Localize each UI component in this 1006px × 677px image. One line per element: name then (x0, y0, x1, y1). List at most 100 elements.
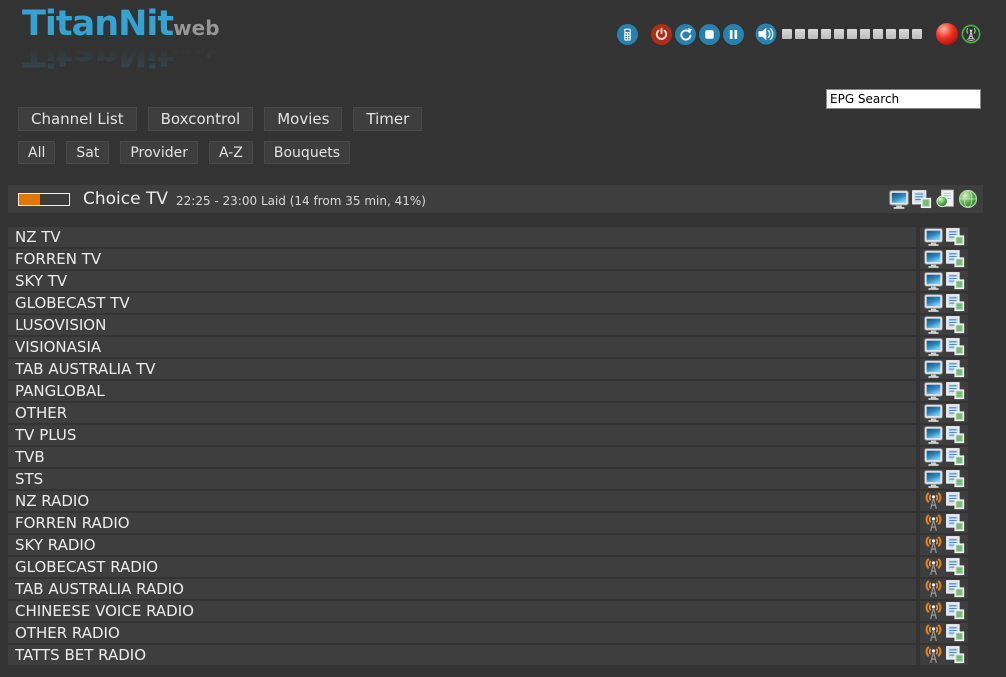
stop-button[interactable] (699, 24, 720, 45)
channel-epg-button[interactable] (946, 426, 965, 444)
channel-epg-button[interactable] (946, 404, 965, 422)
zap-tv-button[interactable] (924, 448, 943, 466)
zap-tv-button[interactable] (924, 382, 943, 400)
web-globe-button[interactable] (958, 189, 978, 209)
radio-icon (924, 646, 943, 664)
channel-name[interactable]: TAB AUSTRALIA TV (8, 359, 916, 379)
channel-name[interactable]: STS (8, 469, 916, 489)
watch-tv-button[interactable] (889, 189, 909, 209)
channel-epg-button[interactable] (946, 580, 965, 598)
channel-epg-button[interactable] (946, 514, 965, 532)
epg-search-input[interactable] (826, 89, 981, 109)
nav-channel-list-button[interactable]: Channel List (18, 107, 137, 131)
channel-epg-button[interactable] (946, 250, 965, 268)
epg-list-button[interactable] (912, 189, 932, 209)
channel-name[interactable]: SKY RADIO (8, 535, 916, 555)
channel-name[interactable]: TAB AUSTRALIA RADIO (8, 579, 916, 599)
volume-segment[interactable] (834, 29, 844, 39)
zap-radio-button[interactable] (924, 558, 943, 576)
channel-epg-button[interactable] (946, 470, 965, 488)
refresh-button[interactable] (675, 24, 696, 45)
zap-tv-button[interactable] (924, 294, 943, 312)
nav-timer-button[interactable]: Timer (353, 107, 422, 131)
program-progress-bar (18, 193, 70, 206)
channel-name[interactable]: SKY TV (8, 271, 916, 291)
volume-segment[interactable] (821, 29, 831, 39)
channel-epg-button[interactable] (946, 448, 965, 466)
filter-sat-button[interactable]: Sat (66, 141, 109, 164)
channel-name[interactable]: OTHER RADIO (8, 623, 916, 643)
zap-tv-button[interactable] (924, 360, 943, 378)
zap-tv-button[interactable] (924, 316, 943, 334)
volume-segment[interactable] (886, 29, 896, 39)
channel-epg-button[interactable] (946, 624, 965, 642)
channel-name[interactable]: GLOBECAST RADIO (8, 557, 916, 577)
zap-tv-button[interactable] (924, 404, 943, 422)
zap-tv-button[interactable] (924, 338, 943, 356)
volume-segment[interactable] (873, 29, 883, 39)
channel-name[interactable]: TVB (8, 447, 916, 467)
channel-epg-button[interactable] (946, 338, 965, 356)
volume-segment[interactable] (808, 29, 818, 39)
zap-radio-button[interactable] (924, 602, 943, 620)
channel-name[interactable]: NZ TV (8, 227, 916, 247)
channel-epg-button[interactable] (946, 492, 965, 510)
zap-radio-button[interactable] (924, 536, 943, 554)
channel-name[interactable]: TATTS BET RADIO (8, 645, 916, 665)
channel-row: PANGLOBAL (8, 381, 968, 401)
globe-icon (958, 189, 978, 209)
filter-provider-button[interactable]: Provider (120, 141, 198, 164)
zap-tv-button[interactable] (924, 470, 943, 488)
volume-segment[interactable] (860, 29, 870, 39)
tv-icon (924, 448, 943, 466)
channel-epg-button[interactable] (946, 558, 965, 576)
channel-epg-button[interactable] (946, 382, 965, 400)
channel-name[interactable]: NZ RADIO (8, 491, 916, 511)
filter-all-button[interactable]: All (18, 141, 55, 164)
remote-button[interactable] (617, 24, 638, 45)
power-button[interactable] (651, 24, 672, 45)
epg-list-icon (946, 536, 965, 554)
channel-epg-button[interactable] (946, 316, 965, 334)
volume-segment[interactable] (847, 29, 857, 39)
channel-row: LUSOVISION (8, 315, 968, 335)
volume-segment[interactable] (912, 29, 922, 39)
epg-page-button[interactable] (935, 189, 955, 209)
zap-radio-button[interactable] (924, 624, 943, 642)
zap-tv-button[interactable] (924, 250, 943, 268)
zap-tv-button[interactable] (924, 426, 943, 444)
channel-name[interactable]: CHINEESE VOICE RADIO (8, 601, 916, 621)
volume-segment[interactable] (795, 29, 805, 39)
volume-segment[interactable] (899, 29, 909, 39)
filter-az-button[interactable]: A-Z (209, 141, 253, 164)
channel-name[interactable]: FORREN TV (8, 249, 916, 269)
nav-movies-button[interactable]: Movies (264, 107, 342, 131)
zap-radio-button[interactable] (924, 580, 943, 598)
channel-name[interactable]: VISIONASIA (8, 337, 916, 357)
channel-epg-button[interactable] (946, 360, 965, 378)
channel-name[interactable]: OTHER (8, 403, 916, 423)
channel-row: NZ TV (8, 227, 968, 247)
zap-radio-button[interactable] (924, 646, 943, 664)
channel-epg-button[interactable] (946, 602, 965, 620)
zap-tv-button[interactable] (924, 228, 943, 246)
zap-radio-button[interactable] (924, 492, 943, 510)
stream-button[interactable] (961, 24, 981, 44)
channel-epg-button[interactable] (946, 294, 965, 312)
channel-name[interactable]: LUSOVISION (8, 315, 916, 335)
zap-tv-button[interactable] (924, 272, 943, 290)
channel-epg-button[interactable] (946, 228, 965, 246)
channel-epg-button[interactable] (946, 646, 965, 664)
volume-segment[interactable] (782, 29, 792, 39)
channel-epg-button[interactable] (946, 536, 965, 554)
channel-name[interactable]: FORREN RADIO (8, 513, 916, 533)
channel-name[interactable]: GLOBECAST TV (8, 293, 916, 313)
channel-epg-button[interactable] (946, 272, 965, 290)
volume-mute-button[interactable] (755, 23, 777, 45)
pause-button[interactable] (723, 24, 744, 45)
zap-radio-button[interactable] (924, 514, 943, 532)
nav-boxcontrol-button[interactable]: Boxcontrol (148, 107, 254, 131)
channel-name[interactable]: PANGLOBAL (8, 381, 916, 401)
filter-bouquets-button[interactable]: Bouquets (264, 141, 350, 164)
channel-name[interactable]: TV PLUS (8, 425, 916, 445)
